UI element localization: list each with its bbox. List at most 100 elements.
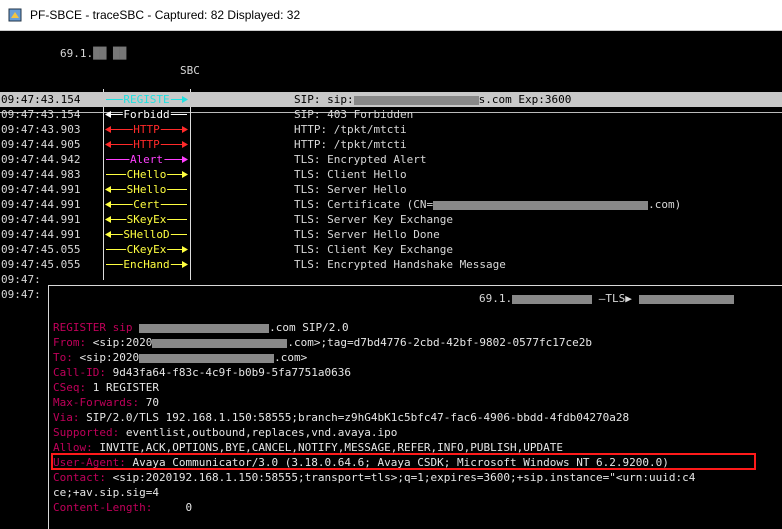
arrow-label: Forbidd — [122, 107, 171, 122]
masked-text — [152, 338, 288, 348]
header-ip: 69.1.██ ██ — [60, 47, 127, 60]
sip-header-name: CSeq: — [53, 381, 87, 394]
sip-header-line: From: <sip:2020 .com>;tag=d7bd4776-2cbd-4… — [53, 336, 592, 349]
arrowhead-right-icon — [182, 171, 188, 178]
sip-header-line: Contact: <sip:2020192.168.1.150:58555;tr… — [53, 470, 695, 485]
arrowhead-left-icon — [105, 186, 111, 193]
title-bar: PF-SBCE - traceSBC - Captured: 82 Displa… — [0, 0, 782, 31]
message-arrow: HTTP — [104, 137, 189, 152]
arrow-label: REGISTE — [122, 92, 171, 107]
arrow-label: SHelloD — [122, 227, 171, 242]
row-timestamp: 09:47: — [1, 288, 41, 301]
arrow-label: EncHand — [122, 257, 171, 272]
masked-text — [433, 200, 649, 210]
header-node: SBC — [180, 64, 200, 77]
sip-header-name: From: — [53, 336, 87, 349]
row-timestamp: 09:47:44.991 — [1, 213, 81, 226]
trace-row[interactable]: 09:47:44.991 SKeyEx TLS: Server Key Exchan… — [0, 212, 782, 227]
arrowhead-right-icon — [182, 156, 188, 163]
row-info: TLS: Encrypted Handshake Message — [294, 258, 506, 271]
arrow-label: HTTP — [132, 122, 161, 137]
user-agent-highlight-box — [51, 453, 756, 470]
message-arrow: HTTP — [104, 122, 189, 137]
row-timestamp: 09:47:44.991 — [1, 198, 81, 211]
arrowhead-right-icon — [182, 126, 188, 133]
row-info: TLS: Server Hello — [294, 183, 407, 196]
trace-row[interactable]: 09:47:44.942 Alert TLS: Encrypted Alert — [0, 152, 782, 167]
sip-header-value: ce;+av.sip.sig=4 — [53, 486, 159, 499]
sip-header-value: 0 — [152, 501, 193, 514]
sip-header-name: Via: — [53, 411, 80, 424]
trace-row[interactable]: 09:47:44.991 SHelloD TLS: Server Hello Don… — [0, 227, 782, 242]
masked-text — [139, 323, 270, 333]
sip-header-name: Supported: — [53, 426, 120, 439]
trace-row[interactable]: 09:47:45.055 CKeyEx TLS: Client Key Exchan… — [0, 242, 782, 257]
sip-header-line: CSeq: 1 REGISTER — [53, 380, 159, 395]
arrowhead-right-icon — [182, 96, 188, 103]
trace-row[interactable]: 09:47:44.983 CHello TLS: Client Hello — [0, 167, 782, 182]
sip-header-name: Content-Length: — [53, 501, 153, 514]
trace-row[interactable]: 09:47:43.154 Forbidd SIP: 403 Forbidden — [0, 107, 782, 122]
sip-header-value: eventlist,outbound,replaces,vnd.avaya.ip… — [119, 426, 398, 439]
sip-header-name: Call-ID: — [53, 366, 106, 379]
message-arrow: REGISTE — [104, 92, 189, 107]
arrow-label: SHello — [125, 182, 168, 197]
trace-row[interactable]: 09:47:43.903 HTTP HTTP: /tpkt/mtcti — [0, 122, 782, 137]
arrow-label: Cert — [132, 197, 161, 212]
masked-text — [638, 294, 734, 304]
row-info: TLS: Certificate (CN= .com) — [294, 198, 682, 211]
trace-row[interactable]: 09:47:43.154 REGISTE SIP: sip: s.com Exp:36… — [0, 92, 782, 107]
sip-header-line: Call-ID: 9d43fa64-f83c-4c9f-b0b9-5fa7751… — [53, 365, 351, 380]
row-info: HTTP: /tpkt/mtcti — [294, 123, 407, 136]
sip-header-value: <sip:2020 — [72, 351, 140, 364]
trace-row[interactable]: 09:47:44.905 HTTP HTTP: /tpkt/mtcti — [0, 137, 782, 152]
message-arrow: Cert — [104, 197, 189, 212]
arrow-label: Alert — [128, 152, 165, 167]
sip-header-line: Max-Forwards: 70 — [53, 395, 159, 410]
arrowhead-left-icon — [105, 141, 111, 148]
message-arrow: SKeyEx — [104, 212, 189, 227]
arrow-label: HTTP — [132, 137, 161, 152]
row-timestamp: 09:47:44.991 — [1, 228, 81, 241]
row-info: HTTP: /tpkt/mtcti — [294, 138, 407, 151]
row-timestamp: 09:47:45.055 — [1, 258, 81, 271]
message-arrow: CHello — [104, 167, 189, 182]
sip-header-value: SIP/2.0/TLS 192.168.1.150:58555;branch=z… — [79, 411, 630, 424]
arrowhead-right-icon — [182, 141, 188, 148]
row-timestamp: 09:47:44.905 — [1, 138, 81, 151]
row-timestamp: 09:47:44.983 — [1, 168, 81, 181]
message-arrow: EncHand — [104, 257, 189, 272]
trace-row[interactable]: 09:47:44.991 SHello TLS: Server Hello — [0, 182, 782, 197]
row-timestamp: 09:47:43.154 — [1, 93, 81, 106]
sip-header-line: To: <sip:2020 .com> — [53, 351, 308, 364]
row-timestamp: 09:47:44.991 — [1, 183, 81, 196]
message-arrow: SHello — [104, 182, 189, 197]
sip-header-name: To: — [53, 351, 73, 364]
arrowhead-left-icon — [105, 201, 111, 208]
arrow-label: SKeyEx — [125, 212, 168, 227]
row-timestamp: 09:47:43.903 — [1, 123, 81, 136]
message-arrow: Forbidd — [104, 107, 189, 122]
arrowhead-left-icon — [105, 111, 111, 118]
trace-terminal: 69.1.██ ██ SBC 09:47:43.154 REGISTE SIP: s… — [0, 31, 782, 529]
masked-text: ██ ██ — [93, 47, 127, 60]
message-arrow: SHelloD — [104, 227, 189, 242]
trace-row[interactable]: 09:47:45.055 EncHand TLS: Encrypted Handsh… — [0, 257, 782, 272]
trace-row[interactable]: 09:47:44.991 Cert TLS: Certificate (CN= .co… — [0, 197, 782, 212]
arrowhead-right-icon — [182, 246, 188, 253]
row-info: SIP: 403 Forbidden — [294, 108, 414, 121]
sip-header-value: 9d43fa64-f83c-4c9f-b0b9-5fa7751a0636 — [105, 366, 352, 379]
masked-text — [353, 95, 479, 105]
row-timestamp: 09:47:44.942 — [1, 153, 81, 166]
sip-header-value: 70 — [139, 396, 159, 409]
message-detail-popup: 69.1. —TLS▶ REGISTER sip .com SIP/2.0 Fro… — [48, 285, 782, 529]
row-info: TLS: Encrypted Alert — [294, 153, 427, 166]
sip-header-line: Via: SIP/2.0/TLS 192.168.1.150:58555;bra… — [53, 410, 629, 425]
popup-header: 69.1. —TLS▶ — [479, 292, 734, 305]
masked-text — [139, 353, 275, 363]
row-info: SIP: sip: s.com Exp:3600 — [294, 93, 572, 106]
arrow-label: CKeyEx — [125, 242, 168, 257]
row-info: TLS: Client Key Exchange — [294, 243, 453, 256]
sip-header-line: REGISTER sip .com SIP/2.0 — [53, 320, 349, 335]
app-icon — [8, 8, 22, 22]
